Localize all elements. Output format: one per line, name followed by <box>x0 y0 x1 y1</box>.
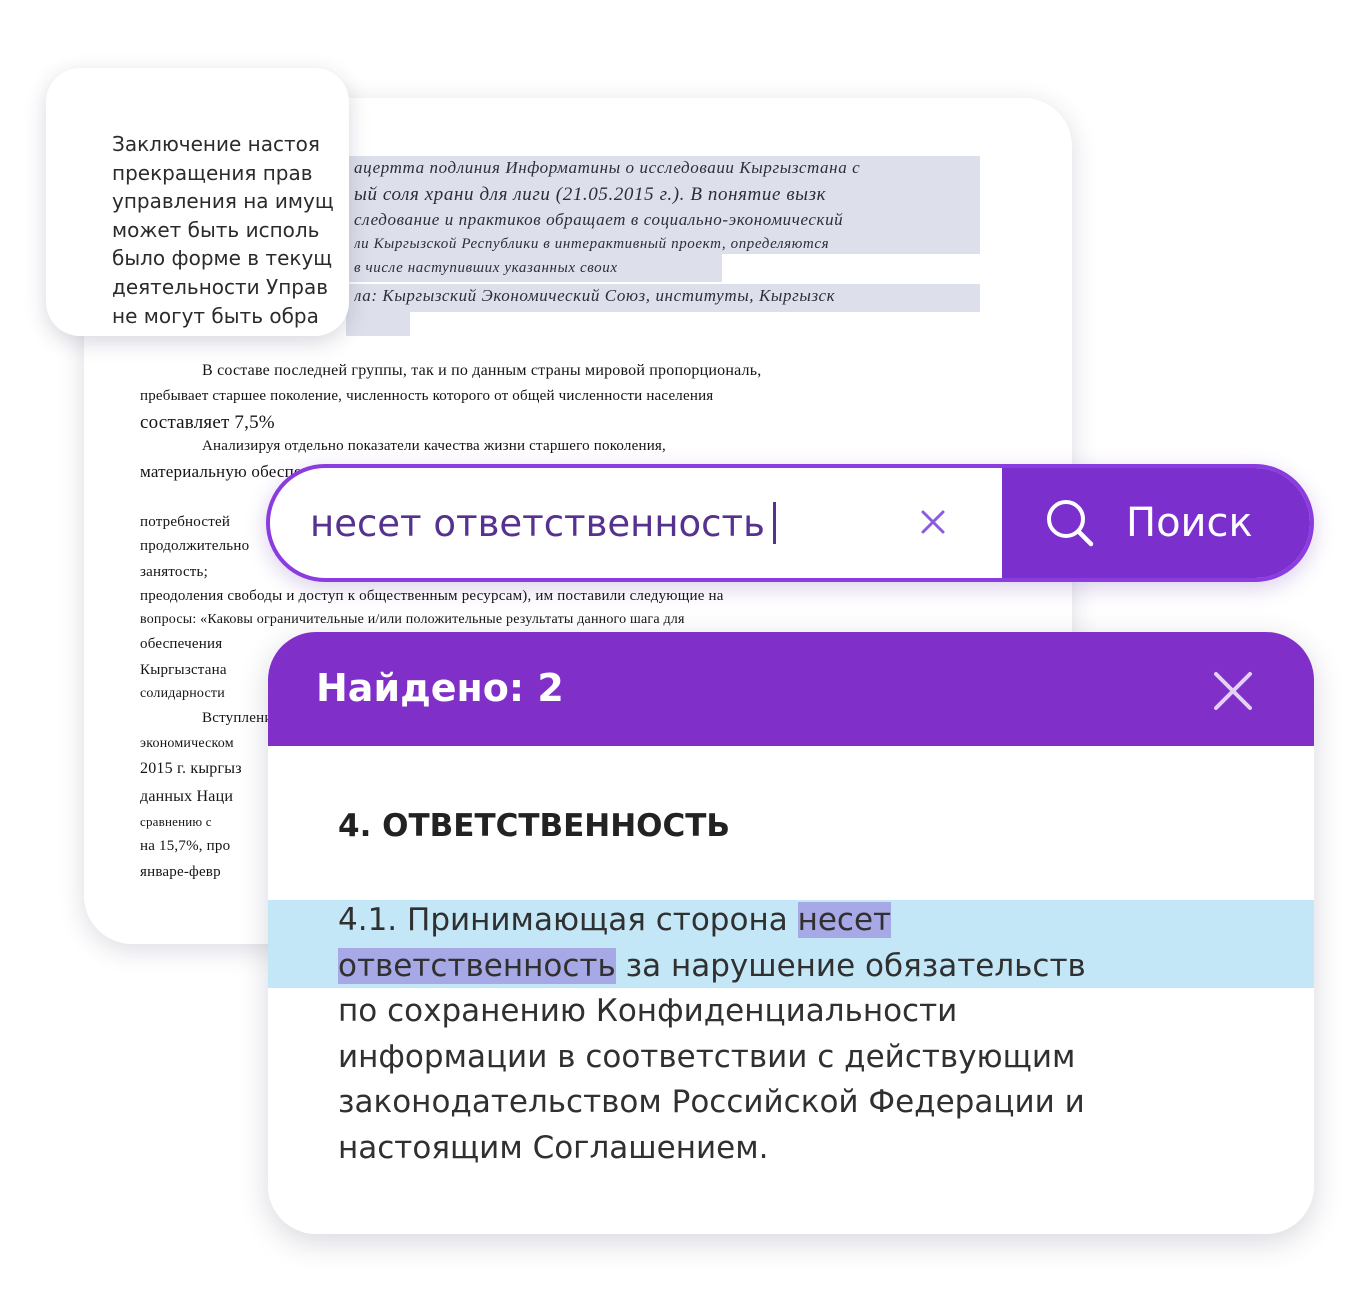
scan-line: занятость; <box>140 564 208 580</box>
scan-line: следование и практиков обращает в социал… <box>354 210 844 229</box>
results-count: Найдено: 2 <box>316 666 564 710</box>
result-line: настоящим Соглашением. <box>338 1129 769 1166</box>
search-results-panel: Найдено: 2 4. ОТВЕТСТВЕННОСТЬ 4.1. Прини… <box>268 632 1314 1234</box>
scan-line: В составе последней группы, так и по дан… <box>202 362 762 379</box>
scan-line: ацертта подлиния Информатины о исследова… <box>354 158 861 177</box>
ocr-text-block: Заключение настоя прекращения прав управ… <box>112 130 334 330</box>
scan-line: Вступление <box>202 710 268 726</box>
result-line: информации в соответствии с действующим <box>338 1038 1076 1075</box>
scan-line: обеспечения <box>140 636 223 652</box>
scan-line: солидарности <box>140 686 225 701</box>
scan-line: ый соля храни для лиги (21.05.2015 г.). … <box>354 184 827 205</box>
scan-line: сравнению с <box>140 814 212 829</box>
search-bar: несет ответственность Поиск <box>266 464 1314 582</box>
text-caret <box>772 502 776 544</box>
result-text-fragment: за нарушение обязательств <box>615 947 1086 984</box>
search-button-label: Поиск <box>1126 500 1253 546</box>
result-line: законодательством Российской Федерации и <box>338 1084 1085 1121</box>
scan-line: потребностей <box>140 514 231 530</box>
search-input[interactable]: несет ответственность <box>310 468 776 578</box>
search-hit: несет <box>797 902 892 938</box>
scan-line: продолжительно <box>140 538 250 554</box>
result-line: 4.1. Принимающая сторона несет <box>338 898 1238 944</box>
result-text-fragment: 4.1. Принимающая сторона <box>338 902 798 938</box>
scan-selection-highlight <box>346 312 410 336</box>
result-line: по сохранению Конфиденциальности <box>338 993 958 1030</box>
scan-line: в числе наступивших указанных своих <box>354 260 618 276</box>
ocr-line: может быть исполь <box>112 217 320 242</box>
scan-line: материальную обеспеч <box>140 462 300 481</box>
search-query-text: несет ответственность <box>310 501 765 545</box>
scan-line: на 15,7%, про <box>140 838 231 854</box>
scan-line: 2015 г. кыргыз <box>140 760 242 777</box>
scan-line: преодоления свободы и доступ к обществен… <box>140 588 724 604</box>
scan-line: вопросы: «Каковы ограничительные и/или п… <box>140 612 685 627</box>
scan-line: данных Наци <box>140 788 234 805</box>
scan-line: пребывает старшее поколение, численность… <box>140 388 714 404</box>
scan-line: ла: Кыргызский Экономический Союз, инсти… <box>354 286 836 305</box>
search-icon <box>1047 500 1094 547</box>
scan-line: экономическом <box>140 736 234 751</box>
search-hit: ответственность <box>338 947 616 984</box>
scan-line: составляет 7,5% <box>140 412 275 433</box>
ocr-line: прекращения прав <box>112 160 313 185</box>
ocr-text-preview-card: Заключение настоя прекращения прав управ… <box>46 68 349 336</box>
ocr-line: управления на имущ <box>112 189 334 214</box>
scan-line: январе-февр <box>140 864 221 880</box>
result-paragraph[interactable]: 4.1. Принимающая сторона несет ответстве… <box>338 898 1238 1172</box>
scan-line: ли Кыргызской Республики в интерактивный… <box>354 236 830 252</box>
ocr-line: Заключение настоя <box>112 132 320 156</box>
results-header: Найдено: 2 <box>268 632 1314 746</box>
search-button[interactable]: Поиск <box>1002 468 1310 578</box>
ocr-line: не могут быть обра <box>112 303 319 328</box>
close-icon[interactable] <box>1212 670 1254 712</box>
clear-search-icon[interactable] <box>916 505 950 539</box>
scan-line: Кыргызстана <box>140 662 227 678</box>
result-line: ответственность за нарушение обязательст… <box>338 944 1238 990</box>
ocr-line: было форме в текущ <box>112 246 333 271</box>
section-heading: 4. ОТВЕТСТВЕННОСТЬ <box>338 808 731 844</box>
ocr-line: деятельности Управ <box>112 274 329 299</box>
scan-line: Анализируя отдельно показатели качества … <box>202 438 666 454</box>
